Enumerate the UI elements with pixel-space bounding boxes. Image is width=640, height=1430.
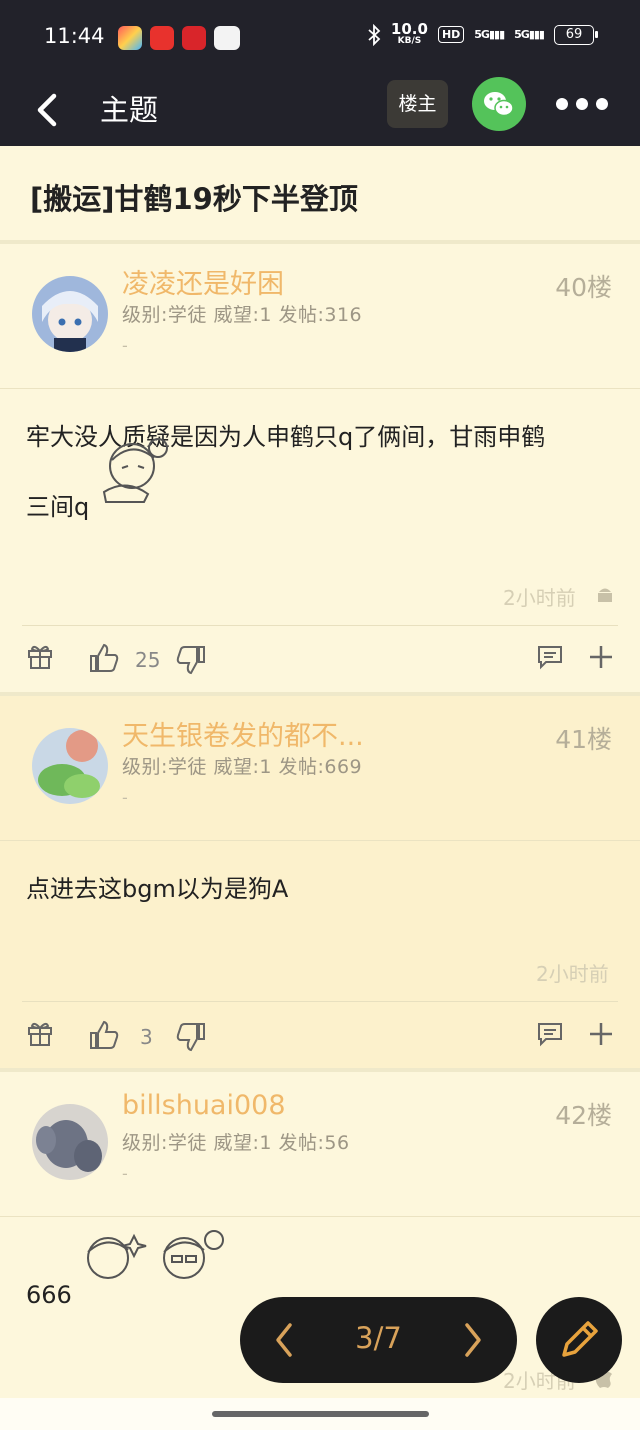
floor-number: 40楼: [555, 273, 612, 302]
app-notification-icon: [118, 26, 142, 50]
pencil-icon: [562, 1321, 598, 1357]
user-signature: -: [122, 1164, 128, 1183]
plus-icon[interactable]: [588, 1021, 614, 1047]
floor-number: 41楼: [555, 725, 612, 754]
compose-reply-button[interactable]: [536, 1297, 622, 1383]
divider: [0, 840, 640, 841]
post-content: 牢大没人质疑是因为人申鹤只q了俩间，甘雨申鹤 三间q: [26, 402, 545, 542]
notification-icons: [118, 26, 240, 50]
more-options-button[interactable]: [550, 92, 614, 116]
top-nav-bar: 主题 楼主: [0, 74, 640, 146]
username[interactable]: 天生银卷发的都不...: [122, 714, 364, 753]
post-content: 666: [26, 1230, 224, 1330]
only-owner-button[interactable]: 楼主: [387, 80, 448, 128]
divider: [0, 388, 640, 389]
page-navigator: 3/7: [240, 1297, 517, 1383]
sticker-image: [102, 438, 168, 503]
battery-icon: 69: [554, 24, 598, 45]
divider: [0, 1216, 640, 1217]
dislike-icon[interactable]: [175, 1021, 207, 1053]
divider: [22, 625, 618, 626]
clock: 11:44: [44, 24, 105, 48]
post-text-line: 666: [26, 1230, 224, 1330]
post-text-line: 点进去这bgm以为是狗A: [26, 875, 289, 903]
dislike-icon[interactable]: [175, 644, 207, 676]
user-meta: 级别:学徒 威望:1 发帖:669: [122, 756, 363, 778]
username[interactable]: billshuai008: [122, 1090, 286, 1121]
network-speed: 10.0 KB/S: [391, 22, 428, 47]
user-meta: 级别:学徒 威望:1 发帖:56: [122, 1132, 350, 1154]
floor-number: 42楼: [555, 1101, 612, 1130]
user-signature: -: [122, 336, 128, 355]
battery-level: 69: [565, 26, 583, 42]
like-count: 25: [135, 648, 161, 672]
home-indicator[interactable]: [212, 1411, 429, 1417]
post-text: 三间q: [26, 493, 90, 521]
post-item: 凌凌还是好困 40楼 级别:学徒 威望:1 发帖:316 - 牢大没人质疑是因为…: [0, 244, 640, 692]
chevron-right-icon: [465, 1323, 481, 1357]
status-bar: 11:44 10.0 KB/S HD 5G▮▮▮ 5G▮▮▮ 69: [0, 0, 640, 74]
next-page-button[interactable]: [457, 1319, 489, 1361]
plus-icon[interactable]: [588, 644, 614, 670]
app-notification-icon: [182, 26, 206, 50]
android-icon: [598, 588, 612, 602]
wechat-icon: [484, 92, 514, 117]
post-text-line: 三间q: [26, 438, 545, 542]
divider: [22, 1001, 618, 1002]
post-time: 2小时前: [536, 962, 609, 986]
network-speed-value: 10.0: [390, 20, 428, 38]
post-item: 天生银卷发的都不... 41楼 级别:学徒 威望:1 发帖:669 - 点进去这…: [0, 696, 640, 1068]
sticker-image: [87, 1230, 224, 1279]
comment-icon[interactable]: [536, 1021, 564, 1047]
like-count: 3: [140, 1025, 153, 1049]
hd-icon: HD: [437, 26, 465, 43]
like-icon[interactable]: [88, 642, 120, 674]
gift-icon[interactable]: [26, 1019, 54, 1047]
avatar[interactable]: [32, 276, 108, 352]
user-signature: -: [122, 788, 128, 807]
post-text: 666: [26, 1281, 72, 1309]
signal-label: 5G: [514, 28, 530, 41]
bluetooth-icon: [368, 23, 381, 46]
anime-avatar-icon: [32, 276, 108, 352]
user-meta: 级别:学徒 威望:1 发帖:316: [122, 304, 363, 326]
signal-icon: 5G▮▮▮: [474, 28, 505, 41]
comment-icon[interactable]: [536, 644, 564, 670]
system-indicators: 10.0 KB/S HD 5G▮▮▮ 5G▮▮▮ 69: [367, 22, 598, 47]
post-content: 点进去这bgm以为是狗A: [26, 854, 288, 924]
back-arrow-icon: [37, 93, 57, 127]
signal-label: 5G: [474, 28, 490, 41]
avatar[interactable]: [32, 1104, 108, 1180]
back-button[interactable]: [30, 86, 66, 134]
cartoon-avatar-icon: [32, 728, 108, 804]
gift-icon[interactable]: [26, 642, 54, 670]
username[interactable]: 凌凌还是好困: [122, 262, 284, 301]
topic-title: [搬运]甘鹤19秒下半登顶: [30, 182, 358, 216]
more-dots-icon: [556, 98, 608, 110]
app-notification-icon: [150, 26, 174, 50]
avatar[interactable]: [32, 728, 108, 804]
elephant-avatar-icon: [32, 1104, 108, 1180]
wechat-share-button[interactable]: [472, 77, 526, 131]
page-title: 主题: [100, 93, 159, 127]
post-time: 2小时前: [503, 586, 576, 610]
signal-icon: 5G▮▮▮: [514, 28, 545, 41]
app-notification-icon: [214, 26, 240, 50]
like-icon[interactable]: [88, 1019, 120, 1051]
